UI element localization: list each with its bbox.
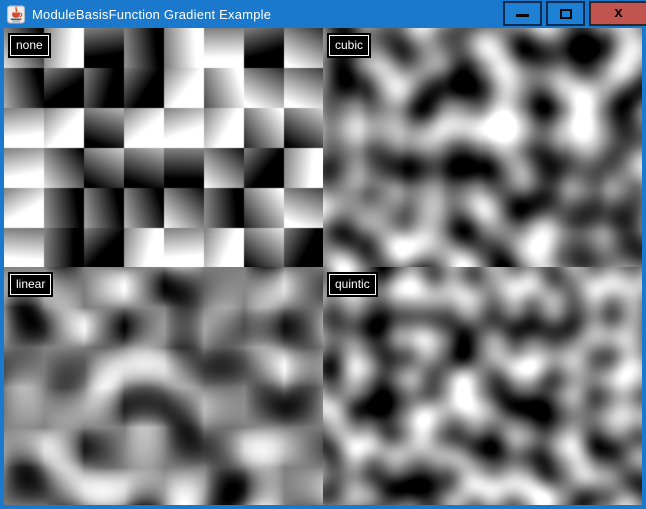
noise-panel-none: none xyxy=(4,28,323,267)
interp-label-cubic: cubic xyxy=(329,35,369,56)
titlebar[interactable]: ModuleBasisFunction Gradient Example x xyxy=(0,0,646,28)
noise-canvas-linear xyxy=(4,267,323,505)
noise-panel-cubic: cubic xyxy=(323,28,642,267)
noise-panel-linear: linear xyxy=(4,267,323,505)
maximize-icon xyxy=(560,9,572,19)
java-coffee-cup-icon[interactable] xyxy=(7,5,25,24)
noise-panel-quintic: quintic xyxy=(323,267,642,505)
noise-canvas-quintic xyxy=(323,267,642,505)
noise-grid: none cubic linear quintic xyxy=(4,28,642,505)
minimize-button[interactable] xyxy=(503,1,542,26)
noise-canvas-cubic xyxy=(323,28,642,267)
window-title: ModuleBasisFunction Gradient Example xyxy=(32,7,271,22)
app-window: ModuleBasisFunction Gradient Example x n… xyxy=(0,0,646,509)
interp-label-quintic: quintic xyxy=(329,274,376,295)
interp-label-linear: linear xyxy=(10,274,51,295)
interp-label-none: none xyxy=(10,35,49,56)
close-icon: x xyxy=(614,5,622,20)
noise-canvas-none xyxy=(4,28,323,267)
close-button[interactable]: x xyxy=(589,1,646,26)
minimize-icon xyxy=(516,14,529,17)
window-controls: x xyxy=(503,1,646,26)
maximize-button[interactable] xyxy=(546,1,585,26)
